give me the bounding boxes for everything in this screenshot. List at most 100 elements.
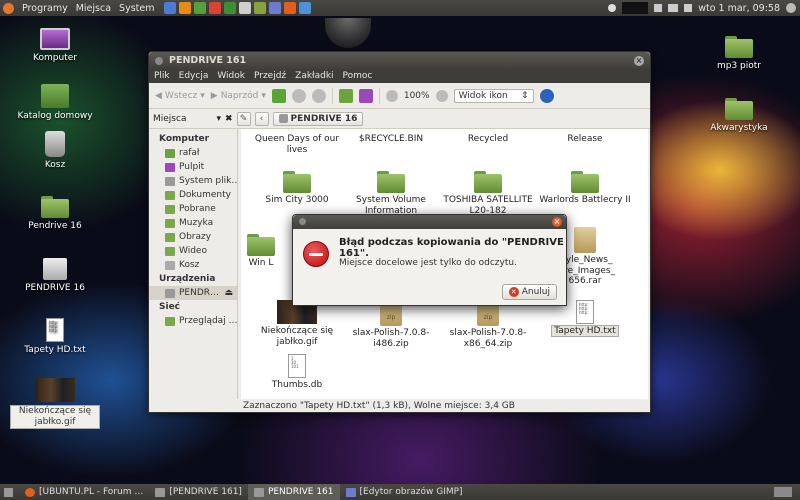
file-item[interactable]: Recycled xyxy=(442,134,534,145)
menu-system[interactable]: System xyxy=(119,3,154,14)
power-icon[interactable] xyxy=(786,3,796,13)
close-sidebar-icon[interactable]: ✖ xyxy=(225,114,233,124)
desktop-icon-computer[interactable]: Komputer xyxy=(10,28,100,64)
launcher-package-icon[interactable] xyxy=(194,2,207,14)
mail-icon[interactable] xyxy=(684,4,693,12)
file-item[interactable]: Win L xyxy=(241,234,291,269)
file-item[interactable]: Release xyxy=(539,134,631,145)
launcher-terminal-icon[interactable] xyxy=(254,2,267,14)
location-bar: Miejsca ▾ ✖ ✎ ‹ PENDRIVE 16 xyxy=(149,109,650,129)
desktop-icon-text-file[interactable]: http: http: http: Tapety HD.txt xyxy=(10,318,100,356)
view-select[interactable]: Widok ikon ⇕ xyxy=(453,88,534,103)
reload-icon[interactable] xyxy=(311,88,326,103)
file-item[interactable]: Niekończące się jabłko.gif xyxy=(251,300,343,347)
sidebar-item-documents[interactable]: Dokumenty xyxy=(149,188,237,202)
menu-zakladki[interactable]: Zakładki xyxy=(295,71,333,81)
zoom-out-icon[interactable] xyxy=(385,89,398,102)
computer-icon[interactable] xyxy=(358,88,373,103)
file-item[interactable]: zip slax-Polish-7.0.8-x86_64.zip xyxy=(442,300,534,349)
menu-miejsca[interactable]: Miejsca xyxy=(76,3,111,14)
launcher-help-icon[interactable] xyxy=(209,2,222,14)
close-icon[interactable]: × xyxy=(634,56,644,66)
launcher-chat-icon[interactable] xyxy=(299,2,312,14)
clock[interactable]: wto 1 mar, 09:58 xyxy=(698,3,780,14)
desktop-icon-label: Komputer xyxy=(33,53,77,63)
file-item[interactable]: Warlords Battlecry II xyxy=(539,171,631,206)
forward-button[interactable]: ▶ Naprzód ▾ xyxy=(211,91,266,101)
folder-icon xyxy=(571,171,599,193)
wifi-icon[interactable] xyxy=(668,4,679,12)
back-button[interactable]: ◀ Wstecz ▾ xyxy=(155,91,205,101)
menu-programy[interactable]: Programy xyxy=(22,3,68,14)
window-menu-icon[interactable] xyxy=(299,218,306,225)
sidebar-item-trash[interactable]: Kosz xyxy=(149,258,237,272)
close-icon[interactable]: × xyxy=(552,217,562,227)
desktop-icon-pendrive-folder[interactable]: Pendrive 16 xyxy=(10,196,100,232)
task-pendrive-active[interactable]: PENDRIVE 161 xyxy=(247,484,340,500)
zoom-level: 100% xyxy=(403,90,430,101)
sidebar-item-browse-network[interactable]: Przeglądaj … xyxy=(149,314,237,328)
launcher-monitor-icon[interactable] xyxy=(239,2,252,14)
file-item[interactable]: System Volume Information xyxy=(345,171,437,216)
sidebar-item-music[interactable]: Muzyka xyxy=(149,216,237,230)
task-pendrive-minimized[interactable]: [PENDRIVE 161] xyxy=(149,484,248,500)
menu-widok[interactable]: Widok xyxy=(217,71,245,81)
sidebar-item-filesystem[interactable]: System plik… xyxy=(149,174,237,188)
menu-edycja[interactable]: Edycja xyxy=(179,71,209,81)
up-arrow-icon[interactable] xyxy=(271,88,286,103)
sidebar-item-pulpit[interactable]: Pulpit xyxy=(149,160,237,174)
computer-icon xyxy=(40,28,70,50)
menu-przejdz[interactable]: Przejdź xyxy=(254,71,286,81)
dialog-titlebar[interactable]: × xyxy=(293,215,566,229)
file-item[interactable]: Sim City 3000 xyxy=(251,171,343,206)
file-item[interactable]: Queen Days of our lives xyxy=(251,134,343,155)
search-icon[interactable] xyxy=(539,88,554,103)
file-item-label: slax-Polish-7.0.8-x86_64.zip xyxy=(449,328,527,349)
launcher-shell-icon[interactable] xyxy=(179,2,192,14)
desktop-icon-gif[interactable]: Niekończące się jabłko.gif xyxy=(10,378,100,429)
edit-location-button[interactable]: ✎ xyxy=(236,111,251,126)
path-back-button[interactable]: ‹ xyxy=(254,111,269,126)
sidebar-item-rafal[interactable]: rafał xyxy=(149,146,237,160)
launcher-firefox-icon[interactable] xyxy=(284,2,297,14)
sidebar-item-downloads[interactable]: Pobrane xyxy=(149,202,237,216)
sidebar-item-videos[interactable]: Wideo xyxy=(149,244,237,258)
workspace-switcher-icon[interactable] xyxy=(774,487,792,497)
desktop-icon-akwarystyka[interactable]: Akwarystyka xyxy=(694,98,784,134)
notification-icon[interactable] xyxy=(608,4,617,12)
show-desktop-icon[interactable] xyxy=(4,487,13,497)
file-item[interactable]: zip slax-Polish-7.0.8-i486.zip xyxy=(345,300,437,349)
places-selector[interactable]: Miejsca ▾ xyxy=(153,114,221,124)
chevron-down-icon: ▾ xyxy=(261,90,266,101)
system-monitor-icon[interactable] xyxy=(622,2,649,14)
home-icon[interactable] xyxy=(338,88,353,103)
window-menu-icon[interactable] xyxy=(155,56,163,65)
zoom-in-icon[interactable] xyxy=(435,89,448,102)
cancel-button[interactable]: ✕ Anuluj xyxy=(501,284,557,300)
menu-plik[interactable]: Plik xyxy=(154,71,170,81)
volume-icon[interactable] xyxy=(654,4,663,12)
eject-icon[interactable]: ⏏ xyxy=(224,288,237,298)
file-item[interactable]: TOSHIBA SATELLITE L20-182 xyxy=(442,171,534,216)
sidebar-item-pendrive[interactable]: PENDR… ⏏ xyxy=(149,286,237,300)
menu-pomoc[interactable]: Pomoc xyxy=(343,71,373,81)
trash-icon xyxy=(45,131,65,157)
launcher-gimp-icon[interactable] xyxy=(269,2,282,14)
path-button[interactable]: PENDRIVE 16 xyxy=(272,111,364,126)
stop-icon[interactable] xyxy=(291,88,306,103)
desktop-icon-mp3-piotr[interactable]: mp3 piotr xyxy=(694,36,784,72)
file-item-label: Niekończące się jabłko.gif xyxy=(260,326,334,347)
window-titlebar[interactable]: PENDRIVE 161 × xyxy=(149,52,650,69)
file-item[interactable]: 1 10 101 Thumbs.db xyxy=(251,354,343,391)
file-item[interactable]: $RECYCLE.BIN xyxy=(345,134,437,145)
drive-icon xyxy=(155,487,166,497)
sidebar-item-pictures[interactable]: Obrazy xyxy=(149,230,237,244)
desktop-icon-usb-drive[interactable]: PENDRIVE 16 xyxy=(10,258,100,294)
desktop-icon-trash[interactable]: Kosz xyxy=(10,131,100,171)
desktop-icon-home[interactable]: Katalog domowy xyxy=(10,84,100,122)
task-forum[interactable]: [UBUNTU.PL - Forum … xyxy=(19,484,149,500)
task-gimp[interactable]: [Edytor obrazów GIMP] xyxy=(340,484,469,500)
launcher-app-icon[interactable] xyxy=(224,2,237,14)
launcher-vlc-icon[interactable] xyxy=(164,2,177,14)
desktop-icon-label: Pendrive 16 xyxy=(28,221,82,231)
